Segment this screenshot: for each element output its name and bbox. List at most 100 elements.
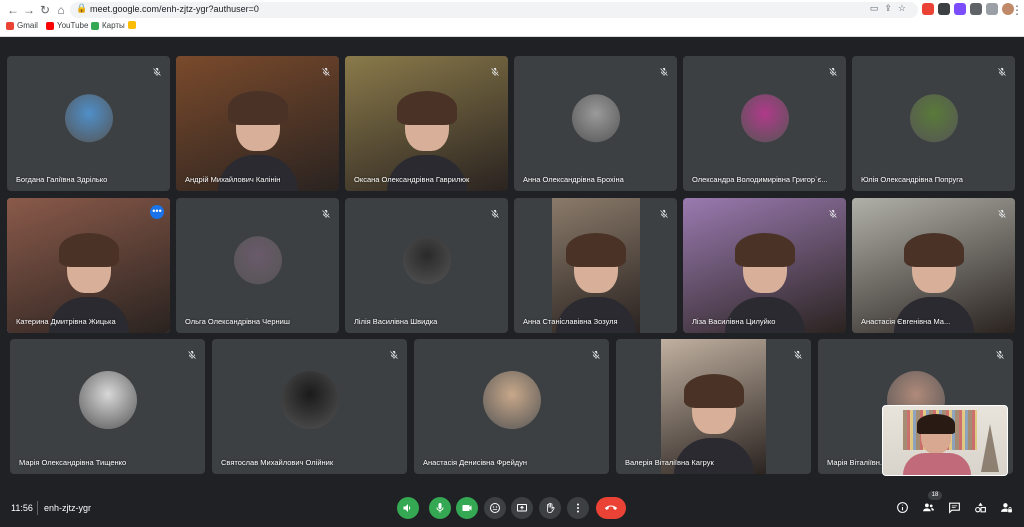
self-silhouette [917,414,955,454]
participant-video [683,198,846,333]
info-icon [896,501,908,513]
bookmark-youtube[interactable]: YouTube [46,21,88,30]
meeting-controls-bar: 11:56 enh-zjtz-ygr 18 [0,491,1024,527]
leave-call-button[interactable] [596,497,626,519]
emoji-icon [490,503,500,513]
participant-avatar [233,235,282,284]
participant-avatar [482,370,541,429]
participant-name: Андрій Михайлович Калінін [185,175,281,184]
camera-button[interactable] [456,497,478,519]
meeting-code: enh-zjtz-ygr [44,503,92,513]
participant-name: Святослав Михайлович Олійник [221,458,334,467]
participant-tile[interactable]: Ліза Василівна Цилуйко [683,198,846,333]
mic-off-icon [997,206,1007,218]
participant-name: Валерія Віталіївна Кагрук [625,458,714,467]
participant-avatar [64,93,113,142]
people-button[interactable] [920,499,936,515]
mic-off-icon [995,347,1005,359]
participant-avatar [280,370,339,429]
person-silhouette [734,232,795,293]
address-bar[interactable]: 🔒 meet.google.com/enh-zjtz-ygr?authuser=… [70,2,918,18]
person-silhouette [903,232,964,293]
participant-name: Лілія Василівна Швидка [354,317,438,326]
participant-tile[interactable]: Святослав Михайлович Олійник [212,339,407,474]
mic-button[interactable] [429,497,451,519]
participant-tile[interactable]: Оксана Олександрівна Гаврилюк [345,56,508,191]
volume-button[interactable] [397,497,419,519]
meeting-time: 11:56 [11,503,33,513]
meeting-details-button[interactable] [894,499,910,515]
person-silhouette [396,90,457,151]
volume-icon [403,504,411,512]
participant-tile[interactable]: ••• Катерина Дмитрівна Жицька [7,198,170,333]
bookmark-maps[interactable]: Карты [91,21,125,30]
hand-icon [547,502,555,513]
present-screen-icon [517,504,527,512]
mic-off-icon [321,206,331,218]
mic-off-icon [591,347,601,359]
tile-options-button[interactable]: ••• [150,205,164,219]
mic-off-icon [152,64,162,76]
person-silhouette [58,232,119,293]
home-icon[interactable]: ⌂ [54,3,68,17]
back-icon[interactable]: ← [6,3,20,17]
maps-icon [91,21,99,30]
activities-button[interactable] [972,499,988,515]
participant-name: Ліза Василівна Цилуйко [692,317,776,326]
participant-tile[interactable]: Богдана Галіївна Здрілько [7,56,170,191]
lock-person-icon [1000,502,1012,512]
participant-tile[interactable]: Лілія Василівна Швидка [345,198,508,333]
divider [37,501,38,515]
bookmark-gmail[interactable]: Gmail [6,21,38,30]
more-vert-icon [577,503,579,513]
raise-hand-button[interactable] [539,497,561,519]
participant-tile[interactable]: Анна Олександрівна Брохіна [514,56,677,191]
participant-tile[interactable]: Валерія Віталіївна Кагрук [616,339,811,474]
omnibox-actions[interactable]: ▭⇪☆ [870,3,912,14]
participant-tile[interactable]: Анна Станіславівна Зозуля [514,198,677,333]
extension-icon[interactable] [938,3,950,15]
participant-avatar [402,235,451,284]
sidebar-icon[interactable] [986,3,998,15]
participant-video [661,339,766,474]
participant-name: Олександра Володимирівна Григор`є... [692,175,828,184]
menu-dots-icon[interactable]: ⋮ [1010,3,1024,17]
emoji-button[interactable] [484,497,506,519]
participant-tile[interactable]: Ольга Олександрівна Черниш [176,198,339,333]
participant-tile[interactable]: Юлія Олександрівна Попруга [852,56,1015,191]
participant-name: Оксана Олександрівна Гаврилюк [354,175,470,184]
participant-avatar [78,370,137,429]
mic-off-icon [793,347,803,359]
participant-tile[interactable]: Анастасія Денисівна Фрейдун [414,339,609,474]
participant-video [552,198,640,333]
lock-icon: 🔒 [76,3,88,13]
participant-name: Анна Станіславівна Зозуля [523,317,618,326]
participant-video [345,56,508,191]
puzzle-icon[interactable] [970,3,982,15]
participant-name: Катерина Дмитрівна Жицька [16,317,116,326]
more-options-button[interactable] [567,497,589,519]
host-controls-button[interactable] [998,499,1014,515]
chat-button[interactable] [946,499,962,515]
participant-name: Анна Олександрівна Брохіна [523,175,624,184]
participant-avatar [740,93,789,142]
extension-icon[interactable] [922,3,934,15]
mic-off-icon [389,347,399,359]
extension-icon[interactable] [954,3,966,15]
bookmark-photos[interactable] [128,21,136,29]
self-view[interactable] [882,405,1008,476]
reload-icon[interactable]: ↻ [38,3,52,17]
participant-tile[interactable]: Анастасія Євгенівна Ма... [852,198,1015,333]
present-button[interactable] [511,497,533,519]
participant-tile[interactable]: Андрій Михайлович Калінін [176,56,339,191]
mic-off-icon [490,64,500,76]
mic-off-icon [828,64,838,76]
person-silhouette [566,232,626,293]
gmail-icon [6,21,14,30]
person-silhouette [227,90,288,151]
participant-tile[interactable]: Марія Олександрівна Тищенко [10,339,205,474]
youtube-icon [46,21,54,30]
participant-tile[interactable]: Олександра Володимирівна Григор`є... [683,56,846,191]
forward-icon[interactable]: → [22,3,36,17]
meeting-stage: Богдана Галіївна Здрілько Андрій Михайлов… [0,38,1024,491]
